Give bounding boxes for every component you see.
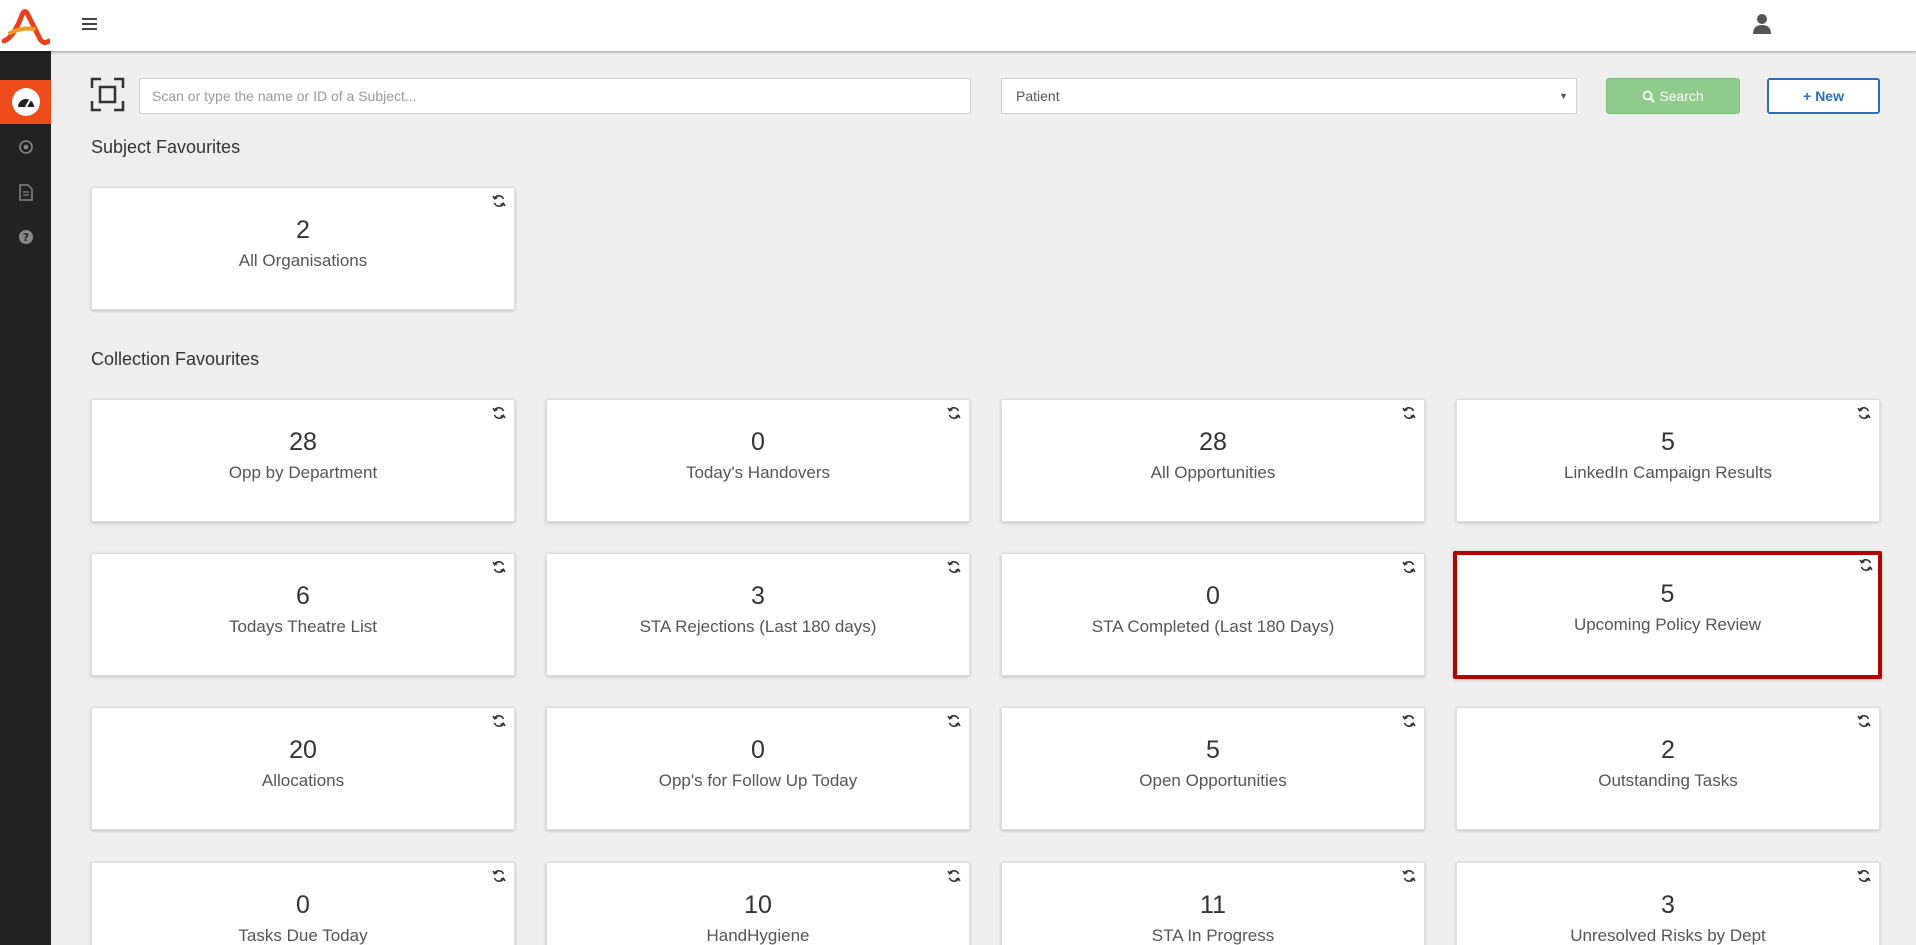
card-count: 5 [1660,580,1675,608]
plus-icon: + [1803,88,1812,104]
help-icon: ? [18,230,33,244]
refresh-icon[interactable] [492,869,506,883]
favourite-card[interactable]: 2 Outstanding Tasks [1456,707,1880,830]
favourite-card[interactable]: 3 STA Rejections (Last 180 days) [546,553,970,676]
app-logo-icon[interactable] [0,5,50,47]
card-count: 2 [1661,736,1675,764]
card-count: 0 [751,428,765,456]
svg-text:?: ? [22,231,28,244]
favourite-card[interactable]: 0 STA Completed (Last 180 Days) [1001,553,1425,676]
card-count: 0 [751,736,765,764]
card-label: Opp by Department [228,463,378,482]
refresh-icon[interactable] [947,714,961,728]
card-count: 0 [1206,582,1220,610]
refresh-icon[interactable] [1857,406,1871,420]
refresh-icon[interactable] [947,406,961,420]
scan-icon[interactable] [90,77,125,112]
favourite-card[interactable]: 3 Unresolved Risks by Dept [1456,862,1880,945]
favourite-card[interactable]: 28 All Opportunities [1001,399,1425,522]
chevron-down-icon: ▼ [1559,91,1568,101]
favourite-card[interactable]: 28 Opp by Department [91,399,515,522]
favourite-card[interactable]: 11 STA In Progress [1001,862,1425,945]
card-label: STA In Progress [1151,926,1275,945]
subject-type-value: Patient [1016,88,1060,104]
sidebar-item-dashboard[interactable] [0,80,51,124]
sidebar-item-target[interactable] [0,125,51,169]
card-label: Todays Theatre List [228,617,378,636]
top-bar [0,0,1916,51]
card-count: 20 [289,736,317,764]
card-count: 10 [744,891,772,919]
card-label: LinkedIn Campaign Results [1564,463,1772,482]
refresh-icon[interactable] [492,714,506,728]
sidebar-item-documents[interactable] [0,170,51,214]
subject-search-input[interactable] [139,78,971,114]
refresh-icon[interactable] [492,560,506,574]
favourite-card[interactable]: 20 Allocations [91,707,515,830]
refresh-icon[interactable] [1859,558,1873,572]
card-count: 28 [289,428,317,456]
card-label: Today's Handovers [685,463,831,482]
refresh-icon[interactable] [1402,560,1416,574]
dashboard-icon [11,88,40,116]
card-label: Outstanding Tasks [1598,771,1738,790]
favourite-card[interactable]: 5 Upcoming Policy Review [1453,551,1882,679]
sidebar: ? [0,51,51,945]
subject-type-select[interactable]: Patient ▼ [1001,78,1577,114]
card-count: 5 [1661,428,1675,456]
subject-favourites-title: Subject Favourites [91,137,241,157]
card-count: 3 [1661,891,1675,919]
refresh-icon[interactable] [492,194,506,208]
refresh-icon[interactable] [947,869,961,883]
search-button[interactable]: Search [1606,78,1740,114]
refresh-icon[interactable] [1402,869,1416,883]
card-label: Tasks Due Today [238,926,368,945]
refresh-icon[interactable] [1857,869,1871,883]
favourite-card[interactable]: 0 Tasks Due Today [91,862,515,945]
refresh-icon[interactable] [1857,714,1871,728]
favourite-card[interactable]: 6 Todays Theatre List [91,553,515,676]
card-label: Open Opportunities [1139,771,1287,790]
favourite-card[interactable]: 2 All Organisations [91,187,515,310]
card-count: 2 [296,216,310,244]
card-label: All Opportunities [1150,463,1276,482]
card-label: STA Completed (Last 180 Days) [1091,617,1335,636]
search-button-label: Search [1659,88,1704,104]
card-label: STA Rejections (Last 180 days) [639,617,877,636]
card-count: 11 [1200,891,1226,919]
collection-favourites-title: Collection Favourites [91,349,260,369]
card-label: Upcoming Policy Review [1573,615,1762,634]
card-count: 5 [1206,736,1220,764]
document-icon [18,183,33,201]
card-label: Allocations [261,771,345,790]
new-button[interactable]: + New [1767,78,1880,114]
refresh-icon[interactable] [1402,714,1416,728]
card-label: All Organisations [238,251,368,270]
refresh-icon[interactable] [1402,406,1416,420]
card-count: 0 [296,891,310,919]
sidebar-item-help[interactable]: ? [0,215,51,259]
refresh-icon[interactable] [492,406,506,420]
favourite-card[interactable]: 5 Open Opportunities [1001,707,1425,830]
card-label: Unresolved Risks by Dept [1570,926,1766,945]
search-icon [1642,90,1656,103]
favourite-card[interactable]: 0 Today's Handovers [546,399,970,522]
user-icon[interactable] [1752,13,1772,35]
new-button-label: New [1815,88,1844,104]
card-count: 3 [751,582,765,610]
favourite-card[interactable]: 10 HandHygiene [546,862,970,945]
favourite-card[interactable]: 0 Opp's for Follow Up Today [546,707,970,830]
refresh-icon[interactable] [947,560,961,574]
favourite-card[interactable]: 5 LinkedIn Campaign Results [1456,399,1880,522]
menu-toggle-icon[interactable] [80,15,100,35]
card-label: Opp's for Follow Up Today [658,771,858,790]
card-count: 6 [296,582,310,610]
card-label: HandHygiene [706,926,810,945]
card-count: 28 [1199,428,1227,456]
target-icon [18,140,33,154]
